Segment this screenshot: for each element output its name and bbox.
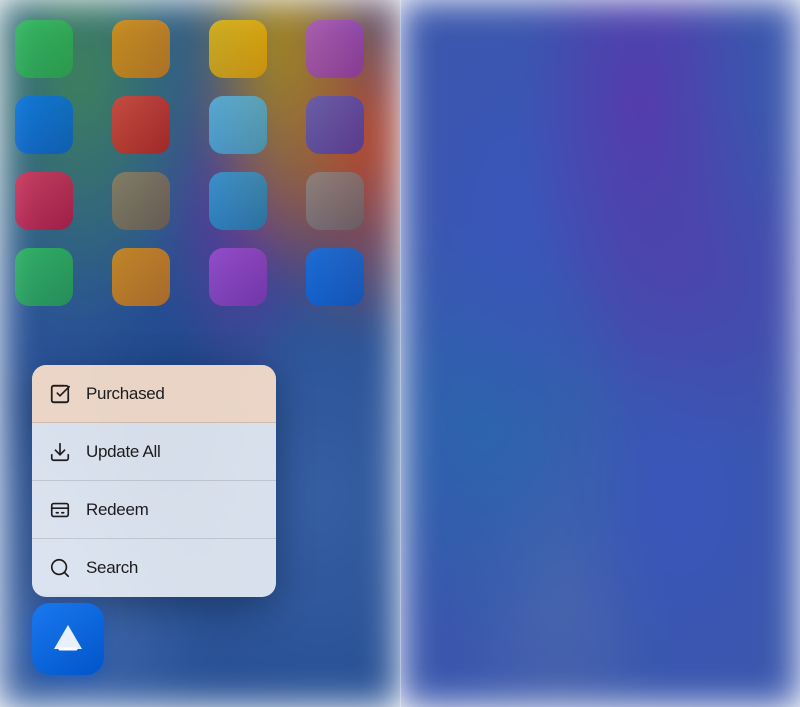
left-menu-item-search[interactable]: Search <box>32 539 276 597</box>
app-icon-1 <box>15 20 73 78</box>
update-icon <box>48 440 72 464</box>
app-icon-13 <box>15 248 73 306</box>
app-icon-8 <box>306 96 364 154</box>
app-icon-10 <box>112 172 170 230</box>
left-menu-item-purchased[interactable]: Purchased <box>32 365 276 423</box>
left-menu-item-update-all[interactable]: Update All <box>32 423 276 481</box>
app-icon-grid <box>0 0 400 326</box>
app-icon-3 <box>209 20 267 78</box>
left-menu-item-redeem[interactable]: Redeem <box>32 481 276 539</box>
left-phone-panel: Purchased Update All <box>0 0 400 707</box>
purchased-icon <box>48 382 72 406</box>
app-icon-4 <box>306 20 364 78</box>
search-icon <box>48 556 72 580</box>
left-context-menu: Purchased Update All <box>32 365 276 597</box>
app-icon-6 <box>112 96 170 154</box>
app-icon-5 <box>15 96 73 154</box>
left-search-label: Search <box>86 558 138 578</box>
app-store-icon[interactable] <box>32 603 104 675</box>
app-icon-7 <box>209 96 267 154</box>
right-phone-panel: Search Redeem V <box>400 0 800 707</box>
redeem-icon <box>48 498 72 522</box>
app-icon-16 <box>306 248 364 306</box>
app-icon-12 <box>306 172 364 230</box>
app-icon-11 <box>209 172 267 230</box>
left-purchased-label: Purchased <box>86 384 165 404</box>
app-icon-9 <box>15 172 73 230</box>
right-background <box>400 0 800 707</box>
panel-divider <box>400 0 401 707</box>
app-icon-15 <box>209 248 267 306</box>
left-update-all-label: Update All <box>86 442 161 462</box>
app-icon-2 <box>112 20 170 78</box>
app-icon-14 <box>112 248 170 306</box>
left-redeem-label: Redeem <box>86 500 148 520</box>
